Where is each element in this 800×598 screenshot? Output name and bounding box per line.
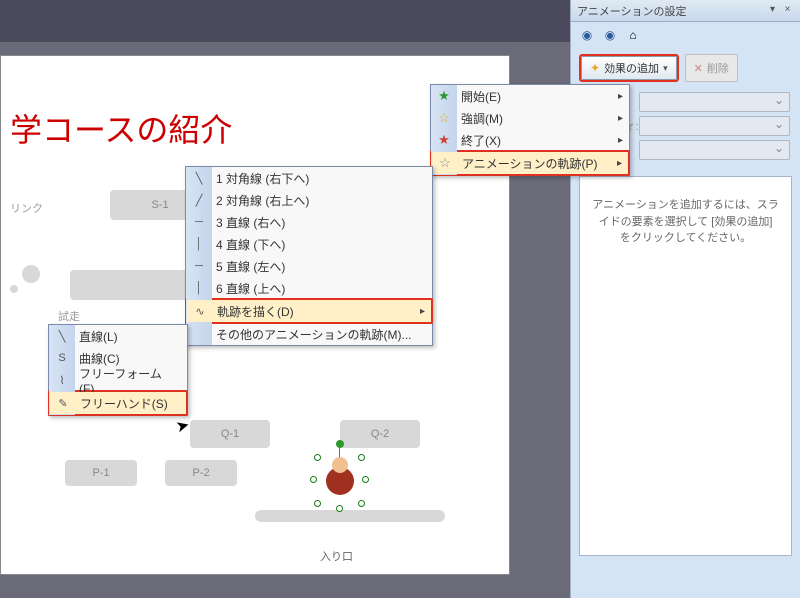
menu-more-label: その他のアニメーションの軌跡(M)...	[216, 326, 412, 343]
menu-draw-highlight: ∿ 軌跡を描く(D)	[185, 298, 433, 324]
menu-line-down[interactable]: │ 4 直線 (下へ)	[186, 233, 432, 255]
wave-icon: ∿	[191, 305, 209, 318]
pane-back-icon[interactable]: ◉	[577, 25, 597, 45]
menu-line-up[interactable]: │ 6 直線 (上へ)	[186, 277, 432, 299]
line-down-icon: │	[190, 238, 208, 250]
link-label: リンク	[10, 200, 43, 216]
star-icon: ✦	[590, 61, 600, 75]
menu-diag-down-right[interactable]: ╲ 1 対角線 (右下へ)	[186, 167, 432, 189]
line-icon: ╲	[53, 330, 71, 343]
slide-title: 学コースの紹介	[10, 105, 232, 151]
star-orange-icon: ☆	[435, 110, 453, 126]
menu-freeform-label: フリーフォーム(F)	[79, 365, 169, 396]
selection-handle[interactable]	[314, 454, 321, 461]
dot-node	[10, 285, 18, 293]
remove-label: 削除	[707, 60, 729, 76]
menu-motion-label: アニメーションの軌跡(P)	[462, 155, 598, 172]
menu-diag-up-right[interactable]: ╱ 2 対角線 (右上へ)	[186, 189, 432, 211]
rotation-handle[interactable]	[336, 440, 344, 448]
menu-freehand-highlight: ✎ フリーハンド(S)	[48, 390, 188, 416]
line-right-icon: ─	[190, 216, 208, 228]
pane-title: アニメーションの設定	[577, 3, 687, 19]
selection-handle[interactable]	[362, 476, 369, 483]
box-q1: Q-1	[190, 420, 270, 448]
motion-path-menu: ╲ 1 対角線 (右下へ) ╱ 2 対角線 (右上へ) ─ 3 直線 (右へ) …	[185, 166, 433, 346]
remove-effect-button[interactable]: ✕ 削除	[685, 54, 738, 82]
menu-emphasis-label: 強調(M)	[461, 110, 503, 127]
menu-item-label: 5 直線 (左へ)	[216, 258, 285, 275]
line-diag-dr-icon: ╲	[190, 172, 208, 185]
menu-item-label: 6 直線 (上へ)	[216, 280, 285, 297]
selection-handle[interactable]	[310, 476, 317, 483]
menu-draw-path[interactable]: ∿ 軌跡を描く(D)	[187, 300, 431, 322]
box-q2: Q-2	[340, 420, 420, 448]
effect-category-menu: ★ 開始(E) ☆ 強調(M) ★ 終了(X) ☆ アニメーションの軌跡(P)	[430, 84, 630, 176]
menu-draw-label: 軌跡を描く(D)	[217, 303, 294, 320]
menu-item-label: 4 直線 (下へ)	[216, 236, 285, 253]
draw-type-menu: ╲ 直線(L) S 曲線(C) ⌇ フリーフォーム(F) ✎ フリーハンド(S)	[48, 324, 188, 416]
menu-line-left[interactable]: ─ 5 直線 (左へ)	[186, 255, 432, 277]
add-effect-label: 効果の追加	[604, 60, 659, 76]
property-dropdown[interactable]	[639, 116, 790, 136]
menu-item-label: 1 対角線 (右下へ)	[216, 170, 309, 187]
line-diag-ur-icon: ╱	[190, 194, 208, 207]
line-left-icon: ─	[190, 260, 208, 272]
box-p2: P-2	[165, 460, 237, 486]
freeform-icon: ⌇	[53, 374, 71, 387]
pane-header: アニメーションの設定 ▾ ×	[571, 0, 800, 22]
pane-dropdown-icon[interactable]: ▾	[766, 4, 779, 17]
menu-line-right[interactable]: ─ 3 直線 (右へ)	[186, 211, 432, 233]
circle-node	[22, 265, 40, 283]
menu-draw-freeform[interactable]: ⌇ フリーフォーム(F)	[49, 369, 187, 391]
menu-item-label: 3 直線 (右へ)	[216, 214, 285, 231]
menu-entrance-label: 開始(E)	[461, 88, 501, 105]
selection-handle[interactable]	[314, 500, 321, 507]
test-label: 試走	[58, 308, 80, 324]
menu-motion-highlight: ☆ アニメーションの軌跡(P)	[430, 150, 630, 176]
remove-x-icon: ✕	[694, 62, 703, 75]
selection-handle[interactable]	[358, 454, 365, 461]
menu-more-paths[interactable]: その他のアニメーションの軌跡(M)...	[186, 323, 432, 345]
dropdown-arrow-icon: ▾	[663, 63, 668, 74]
entrance-bar	[255, 510, 445, 522]
pane-forward-icon[interactable]: ◉	[600, 25, 620, 45]
menu-freehand-label: フリーハンド(S)	[80, 395, 168, 412]
menu-exit[interactable]: ★ 終了(X)	[431, 129, 629, 151]
pane-close-icon[interactable]: ×	[781, 4, 794, 17]
star-green-icon: ★	[435, 88, 453, 104]
menu-emphasis[interactable]: ☆ 強調(M)	[431, 107, 629, 129]
add-effect-button[interactable]: ✦ 効果の追加 ▾	[581, 56, 677, 80]
effect-hint: アニメーションを追加するには、スライドの要素を選択して [効果の追加] をクリッ…	[592, 199, 779, 244]
star-outline-icon: ☆	[436, 155, 454, 171]
selection-handle[interactable]	[358, 500, 365, 507]
menu-draw-freehand[interactable]: ✎ フリーハンド(S)	[50, 392, 186, 414]
entrance-label: 入り口	[320, 548, 353, 564]
star-red-icon: ★	[435, 132, 453, 148]
box-p1: P-1	[65, 460, 137, 486]
curve-icon: S	[53, 352, 71, 364]
freehand-icon: ✎	[54, 397, 72, 410]
character-object[interactable]	[320, 455, 360, 505]
speed-dropdown[interactable]	[639, 140, 790, 160]
start-dropdown[interactable]	[639, 92, 790, 112]
menu-entrance[interactable]: ★ 開始(E)	[431, 85, 629, 107]
pane-home-icon[interactable]: ⌂	[623, 25, 643, 45]
menu-draw-line[interactable]: ╲ 直線(L)	[49, 325, 187, 347]
menu-line-label: 直線(L)	[79, 328, 118, 345]
selection-handle[interactable]	[336, 505, 343, 512]
pane-toolbar: ◉ ◉ ⌂	[571, 22, 800, 48]
menu-item-label: 2 対角線 (右上へ)	[216, 192, 309, 209]
menu-exit-label: 終了(X)	[461, 132, 501, 149]
menu-motion-path[interactable]: ☆ アニメーションの軌跡(P)	[432, 152, 628, 174]
add-effect-highlight: ✦ 効果の追加 ▾	[579, 54, 679, 82]
line-up-icon: │	[190, 282, 208, 294]
effect-list: アニメーションを追加するには、スライドの要素を選択して [効果の追加] をクリッ…	[579, 176, 792, 556]
